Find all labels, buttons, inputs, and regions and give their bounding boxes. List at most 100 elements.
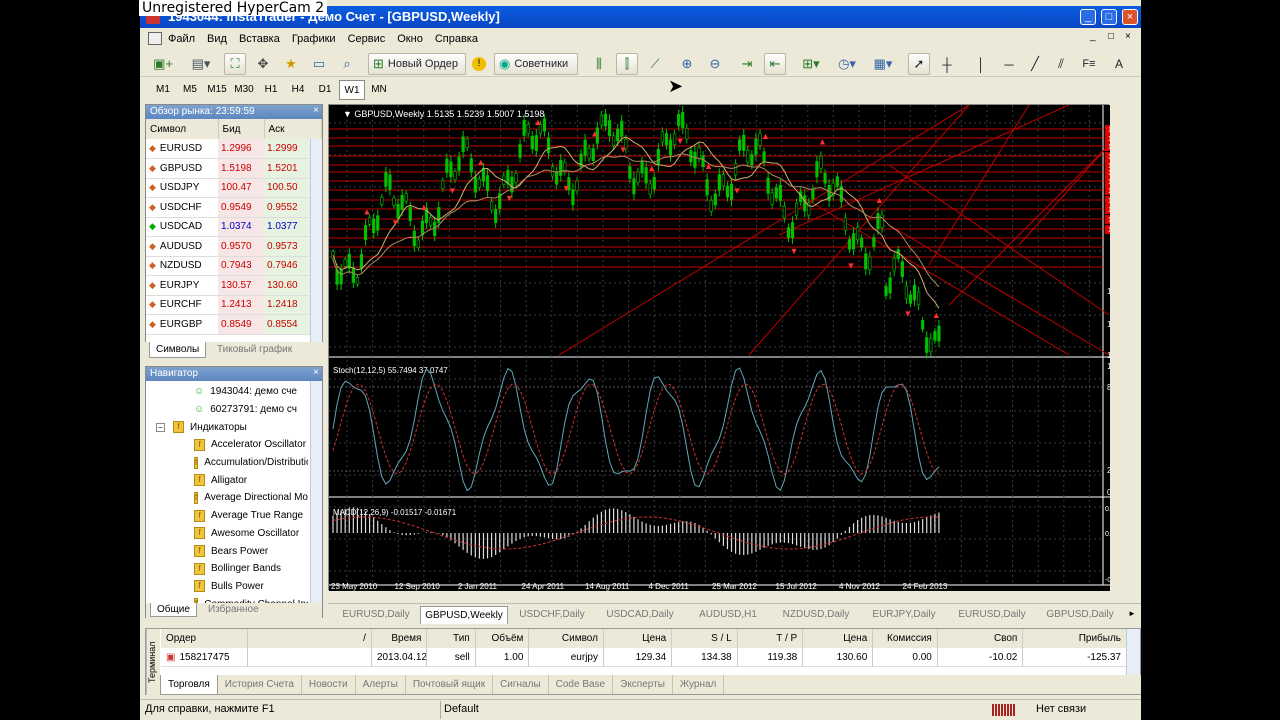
- terminal-col[interactable]: Цена: [604, 629, 673, 648]
- text-icon[interactable]: A: [1108, 53, 1130, 75]
- market-watch-row[interactable]: ◆ EURGBP 0.8549 0.8554: [146, 314, 322, 335]
- tester-icon[interactable]: ⌕: [336, 53, 358, 75]
- terminal-col[interactable]: Время: [372, 629, 428, 648]
- market-watch-row[interactable]: ◆ USDCHF 0.9549 0.9552: [146, 197, 322, 218]
- nav-indicator[interactable]: f Bears Power: [146, 542, 308, 560]
- chart-tab[interactable]: EURUSD,Daily: [948, 606, 1036, 624]
- chart-shift-icon[interactable]: ⇤: [764, 53, 786, 75]
- nav-indicator[interactable]: f Bollinger Bands: [146, 560, 308, 578]
- tab-symbols[interactable]: Символы: [149, 342, 207, 358]
- nav-indicators-folder[interactable]: − f Индикаторы: [146, 418, 322, 436]
- menu-tools[interactable]: Сервис: [342, 29, 392, 49]
- menu-charts[interactable]: Графики: [286, 29, 342, 49]
- terminal-tab[interactable]: Code Base: [549, 675, 614, 694]
- mdi-minimize-icon[interactable]: _: [1090, 31, 1096, 42]
- line-chart-icon[interactable]: ⟋: [644, 53, 666, 75]
- terminal-col[interactable]: Комиссия: [873, 629, 938, 648]
- terminal-tab[interactable]: Почтовый ящик: [406, 675, 494, 694]
- profiles-icon[interactable]: ▤▾: [184, 53, 218, 75]
- nav-indicator[interactable]: f Average True Range: [146, 507, 308, 525]
- navigator-scrollbar[interactable]: [310, 381, 322, 603]
- col-symbol[interactable]: Символ: [146, 119, 219, 139]
- terminal-tab[interactable]: Алерты: [356, 675, 406, 694]
- col-ask[interactable]: Аск: [264, 119, 322, 139]
- terminal-col[interactable]: Ордер: [161, 629, 249, 648]
- terminal-tab[interactable]: Новости: [302, 675, 356, 694]
- terminal-col[interactable]: Объём: [476, 629, 530, 648]
- terminal-col[interactable]: Цена: [803, 629, 874, 648]
- bar-chart-icon[interactable]: ⫼: [588, 53, 610, 75]
- timeframe-m5[interactable]: M5: [177, 80, 203, 100]
- zoom-out-icon[interactable]: ⊖: [704, 53, 726, 75]
- terminal-tab[interactable]: Сигналы: [493, 675, 549, 694]
- timeframe-m15[interactable]: M15: [204, 80, 230, 100]
- market-watch-row[interactable]: ◆ GBPUSD 1.5198 1.5201: [146, 158, 322, 179]
- timeframe-h1[interactable]: H1: [258, 80, 284, 100]
- market-watch-row[interactable]: ◆ NZDUSD 0.7943 0.7946: [146, 256, 322, 276]
- data-window-icon[interactable]: ★: [280, 53, 302, 75]
- fibo-icon[interactable]: F≡: [1078, 53, 1100, 75]
- timeframe-h4[interactable]: H4: [285, 80, 311, 100]
- timeframe-w1[interactable]: W1: [339, 80, 365, 100]
- terminal-tab[interactable]: Эксперты: [613, 675, 673, 694]
- chart-tab[interactable]: USDCAD,Daily: [596, 606, 684, 624]
- indicators-icon[interactable]: ⊞▾: [796, 53, 826, 75]
- terminal-col[interactable]: Тип: [427, 629, 476, 648]
- nav-indicator[interactable]: f Alligator: [146, 471, 308, 489]
- menu-window[interactable]: Окно: [391, 29, 429, 49]
- chart-window[interactable]: ▲ ▼ ▲ ▼ ▲ ▼ ▲ ▼ ▲ ▼ ▲ ▼ ▲ ▼ ▲ ▼ ▲ ▼ ▲ ▼ ▲ ▼ GBPUSD,Weekly 1.5…: [328, 104, 1139, 591]
- menu-view[interactable]: Вид: [201, 29, 233, 49]
- market-watch-row[interactable]: ◆ USDJPY 100.47 100.50: [146, 178, 322, 198]
- chart-tab[interactable]: USDCHF,Daily: [508, 606, 596, 624]
- chart-tab[interactable]: AUDUSD,H1: [684, 606, 772, 624]
- trendline-icon[interactable]: ╱: [1024, 53, 1046, 75]
- zoom-in-icon[interactable]: ⊕: [676, 53, 698, 75]
- collapse-icon[interactable]: −: [156, 422, 165, 432]
- mdi-close-icon[interactable]: ×: [1125, 31, 1131, 42]
- nav-indicator[interactable]: f Average Directional Movement Index: [146, 489, 308, 507]
- cursor-icon[interactable]: ➚: [908, 53, 930, 75]
- navigator-icon[interactable]: ✥: [252, 53, 274, 75]
- chart-tab[interactable]: EURUSD,Daily: [332, 606, 420, 624]
- tab-tick-chart[interactable]: Тиковый график: [217, 344, 292, 355]
- templates-icon[interactable]: ▦▾: [868, 53, 898, 75]
- candle-chart-icon[interactable]: ⫿: [616, 53, 638, 75]
- terminal-tab[interactable]: Журнал: [673, 675, 725, 694]
- timeframe-m30[interactable]: M30: [231, 80, 257, 100]
- horizontal-line-icon[interactable]: ─: [998, 53, 1020, 75]
- menu-file[interactable]: Файл: [162, 29, 201, 49]
- timeframe-d1[interactable]: D1: [312, 80, 338, 100]
- chart-tab[interactable]: EURJPY,Daily: [860, 606, 948, 624]
- advisors-button[interactable]: ◉ Советники: [494, 53, 578, 75]
- terminal-tab[interactable]: Торговля: [160, 675, 218, 695]
- nav-indicator[interactable]: f Accumulation/Distribution: [146, 454, 308, 472]
- terminal-col[interactable]: T / P: [738, 629, 804, 648]
- close-panel-icon[interactable]: ×: [313, 105, 319, 116]
- menu-insert[interactable]: Вставка: [233, 29, 286, 49]
- vertical-line-icon[interactable]: │: [970, 53, 992, 75]
- nav-account[interactable]: ☺ 60273791: демо сч: [146, 401, 322, 419]
- nav-indicator[interactable]: f Bulls Power: [146, 578, 308, 596]
- market-watch-row[interactable]: ◆ EURUSD 1.2996 1.2999: [146, 139, 322, 159]
- market-watch-scrollbar[interactable]: [310, 139, 322, 343]
- periods-icon[interactable]: ◷▾: [832, 53, 862, 75]
- close-navigator-icon[interactable]: ×: [313, 367, 319, 378]
- terminal-scrollbar[interactable]: [1126, 629, 1140, 675]
- tab-favorites[interactable]: Избранное: [208, 604, 259, 615]
- tab-general[interactable]: Общие: [150, 603, 197, 617]
- col-bid[interactable]: Бид: [218, 119, 265, 139]
- close-button[interactable]: ×: [1122, 9, 1138, 25]
- terminal-tab[interactable]: История Счета: [218, 675, 302, 694]
- terminal-col[interactable]: /: [248, 629, 372, 648]
- nav-account[interactable]: ☺ 1943044: демо сче: [146, 383, 322, 401]
- terminal-col[interactable]: Прибыль: [1023, 629, 1127, 648]
- nav-indicator[interactable]: f Awesome Oscillator: [146, 525, 308, 543]
- timeframe-mn[interactable]: MN: [366, 80, 392, 100]
- channel-icon[interactable]: ⫽: [1050, 53, 1072, 75]
- price-chart[interactable]: ▲▼▲▼▲▼▲▼▲▼▲▼▲▼▲▼▲▼▲▼ ▲▼ GBPUSD,Weekly 1.5…: [329, 104, 1139, 591]
- market-watch-row[interactable]: ◆ EURJPY 130.57 130.60: [146, 275, 322, 296]
- terminal-col[interactable]: Символ: [529, 629, 604, 648]
- chart-tab[interactable]: GBPUSD,Daily: [1036, 606, 1124, 624]
- nav-indicator[interactable]: f Accelerator Oscillator: [146, 436, 308, 454]
- crosshair-icon[interactable]: ┼: [936, 53, 958, 75]
